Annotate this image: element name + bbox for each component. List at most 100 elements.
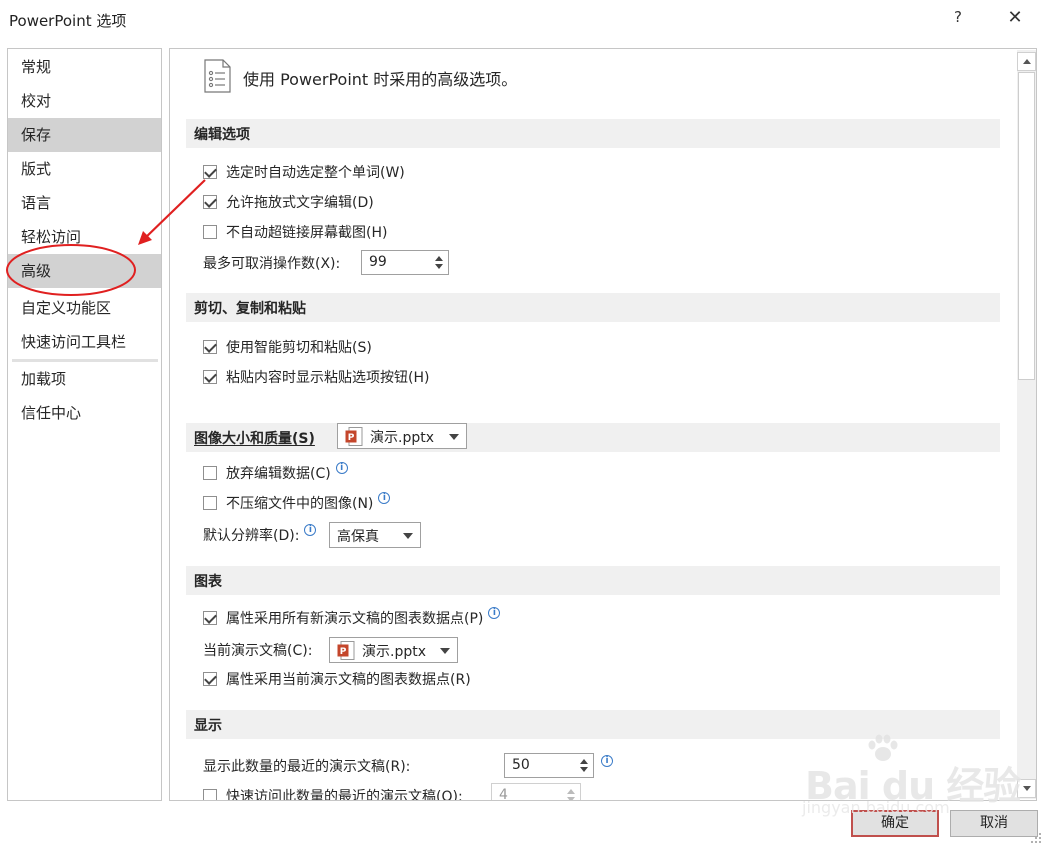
content-scrollbar[interactable] (1017, 50, 1036, 799)
section-chart: 图表 (186, 566, 1000, 595)
chevron-down-icon (449, 434, 459, 440)
help-button[interactable]: ? (950, 8, 966, 28)
dropdown-value: 演示.pptx (370, 430, 434, 446)
resize-grip-icon[interactable] (1030, 832, 1042, 844)
option-drag-drop-editing[interactable]: 允许拖放式文字编辑(D) (203, 191, 374, 213)
default-resolution-label: 默认分辨率(D): (203, 528, 300, 544)
option-label: 不自动超链接屏幕截图(H) (226, 225, 388, 241)
option-auto-select-word[interactable]: 选定时自动选定整个单词(W) (203, 161, 405, 183)
info-icon[interactable]: i (304, 524, 317, 536)
info-icon[interactable]: i (335, 462, 348, 474)
option-label: 属性采用当前演示文稿的图表数据点(R) (226, 672, 471, 688)
checkbox[interactable] (203, 165, 217, 179)
option-no-compress-images[interactable]: 不压缩文件中的图像(N) i (203, 492, 391, 514)
cancel-button[interactable]: 取消 (950, 810, 1038, 837)
section-title: 显示 (194, 718, 222, 734)
option-smart-cut-paste[interactable]: 使用智能剪切和粘贴(S) (203, 336, 372, 358)
stepper-value: 4 (499, 787, 508, 801)
option-label: 使用智能剪切和粘贴(S) (226, 340, 372, 356)
stepper-value: 50 (512, 757, 530, 773)
scrollbar-thumb[interactable] (1018, 72, 1035, 380)
checkbox[interactable] (203, 789, 217, 800)
page-heading: 使用 PowerPoint 时采用的高级选项。 (243, 70, 518, 89)
scroll-down-icon[interactable] (1017, 779, 1036, 798)
stepper-up-icon[interactable] (567, 789, 575, 794)
option-show-paste-options[interactable]: 粘贴内容时显示粘贴选项按钮(H) (203, 366, 429, 388)
chevron-down-icon (403, 533, 413, 539)
info-icon[interactable]: i (488, 607, 501, 619)
chevron-down-icon (440, 648, 450, 654)
option-label: 属性采用所有新演示文稿的图表数据点(P) (226, 611, 484, 627)
sidebar-item-save[interactable]: 保存 (8, 118, 161, 152)
dropdown-value: 演示.pptx (362, 644, 426, 660)
stepper-up-icon[interactable] (435, 256, 443, 261)
checkbox[interactable] (203, 466, 217, 480)
image-file-dropdown[interactable]: P 演示.pptx (337, 423, 467, 449)
current-presentation-dropdown[interactable]: P 演示.pptx (329, 637, 458, 663)
default-resolution-dropdown[interactable]: 高保真 (329, 522, 421, 548)
undo-count-row: 最多可取消操作数(X): (203, 252, 340, 274)
sidebar-item-add-ins[interactable]: 加载项 (8, 362, 161, 396)
option-no-auto-hyperlink-screenshot[interactable]: 不自动超链接屏幕截图(H) (203, 221, 387, 243)
sidebar-item-advanced[interactable]: 高级 (8, 254, 161, 288)
stepper-value: 99 (369, 254, 387, 270)
option-chart-all-new-presentations[interactable]: 属性采用所有新演示文稿的图表数据点(P) i (203, 607, 501, 629)
sidebar-item-general[interactable]: 常规 (8, 50, 161, 84)
section-image-size-quality: 图像大小和质量(S) (186, 423, 1000, 452)
options-content-panel: 使用 PowerPoint 时采用的高级选项。 编辑选项 选定时自动选定整个单词… (169, 48, 1037, 801)
ok-button[interactable]: 确定 (851, 810, 939, 837)
sidebar-item-accessibility[interactable]: 轻松访问 (8, 220, 161, 254)
sidebar-item-quick-access-toolbar[interactable]: 快速访问工具栏 (8, 325, 161, 359)
section-title: 编辑选项 (194, 127, 250, 143)
checkbox[interactable] (203, 672, 217, 686)
undo-count-stepper[interactable]: 99 (361, 250, 449, 275)
checkbox[interactable] (203, 611, 217, 625)
option-label: 粘贴内容时显示粘贴选项按钮(H) (226, 370, 430, 386)
quick-access-count-stepper[interactable]: 4 (491, 783, 581, 801)
recent-presentations-row: 显示此数量的最近的演示文稿(R): (203, 755, 410, 777)
sidebar-item-trust-center[interactable]: 信任中心 (8, 396, 161, 430)
current-presentation-row: 当前演示文稿(C): (203, 639, 312, 661)
stepper-down-icon[interactable] (567, 797, 575, 800)
option-discard-editing-data[interactable]: 放弃编辑数据(C) i (203, 462, 348, 484)
checkbox[interactable] (203, 340, 217, 354)
stepper-down-icon[interactable] (580, 767, 588, 772)
dropdown-value: 高保真 (337, 529, 379, 545)
sidebar-item-language[interactable]: 语言 (8, 186, 161, 220)
sidebar-item-proofing[interactable]: 校对 (8, 84, 161, 118)
section-editing-options: 编辑选项 (186, 119, 1000, 148)
option-label: 不压缩文件中的图像(N) (226, 496, 374, 512)
stepper-up-icon[interactable] (580, 759, 588, 764)
close-button[interactable]: ✕ (1004, 7, 1026, 29)
recent-presentations-stepper[interactable]: 50 (504, 753, 594, 778)
checkbox[interactable] (203, 195, 217, 209)
default-resolution-row: 默认分辨率(D): i (203, 524, 317, 546)
option-label: 选定时自动选定整个单词(W) (226, 165, 405, 181)
stepper-down-icon[interactable] (435, 264, 443, 269)
section-title: 剪切、复制和粘贴 (194, 301, 306, 317)
option-label: 快速访问此数量的最近的演示文稿(Q): (226, 789, 463, 801)
sidebar-item-customize-ribbon[interactable]: 自定义功能区 (8, 291, 161, 325)
section-cut-copy-paste: 剪切、复制和粘贴 (186, 293, 1000, 322)
current-presentation-label: 当前演示文稿(C): (203, 643, 313, 659)
option-quick-access-recent[interactable]: 快速访问此数量的最近的演示文稿(Q): (203, 785, 463, 801)
svg-text:P: P (340, 647, 347, 657)
advanced-options-icon (204, 59, 231, 93)
option-chart-current-presentation[interactable]: 属性采用当前演示文稿的图表数据点(R) (203, 668, 471, 690)
svg-text:P: P (348, 433, 355, 443)
option-label: 放弃编辑数据(C) (226, 466, 331, 482)
checkbox[interactable] (203, 496, 217, 510)
section-title: 图像大小和质量(S) (194, 431, 315, 447)
options-sidebar: 常规 校对 保存 版式 语言 轻松访问 高级 自定义功能区 快速访问工具栏 加载… (7, 48, 162, 801)
section-title: 图表 (194, 574, 222, 590)
section-display: 显示 (186, 710, 1000, 739)
powerpoint-file-icon: P (345, 427, 363, 446)
option-label: 允许拖放式文字编辑(D) (226, 195, 374, 211)
sidebar-item-layout[interactable]: 版式 (8, 152, 161, 186)
recent-presentations-label: 显示此数量的最近的演示文稿(R): (203, 759, 411, 775)
info-icon[interactable]: i (601, 755, 613, 767)
scroll-up-icon[interactable] (1017, 52, 1036, 71)
checkbox[interactable] (203, 370, 217, 384)
checkbox[interactable] (203, 225, 217, 239)
info-icon[interactable]: i (378, 492, 391, 504)
